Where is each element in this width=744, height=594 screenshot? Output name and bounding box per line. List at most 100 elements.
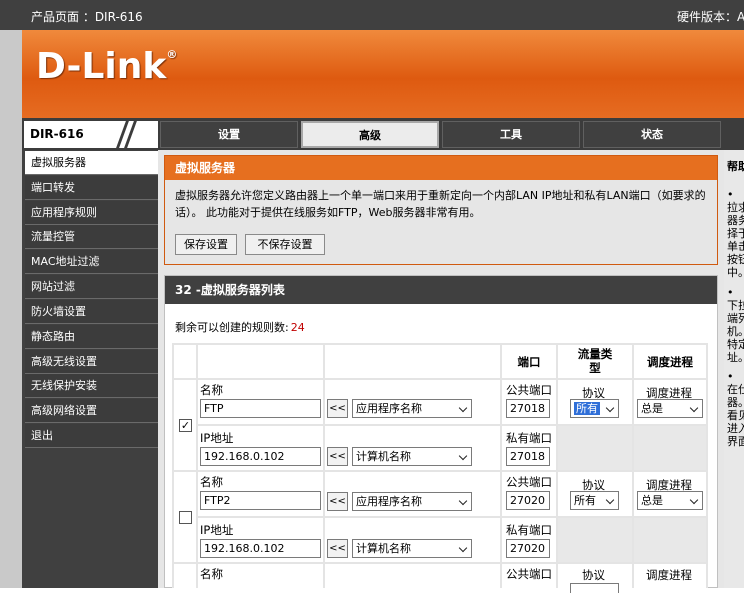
remaining-rules-label: 剩余可以创建的规则数: bbox=[175, 321, 289, 334]
sidebar-item-traffic-control[interactable]: 流量控管 bbox=[25, 225, 158, 249]
schedule-select-value: 总是 bbox=[641, 494, 663, 507]
header-traffic-type: 流量类型 bbox=[577, 347, 613, 375]
help-text: 机。 bbox=[727, 325, 744, 338]
help-text: 拉求 bbox=[727, 201, 744, 214]
name-input[interactable]: FTP2 bbox=[200, 491, 321, 510]
header-schedule: 调度进程 bbox=[647, 355, 693, 369]
product-page-label: 产品页面 ：DIR-616 bbox=[31, 10, 143, 24]
public-port-cell: 公共端口 27020 bbox=[502, 472, 556, 516]
computer-name-select[interactable]: 计算机名称 bbox=[352, 539, 472, 558]
help-text: 器。 bbox=[727, 396, 744, 409]
chevron-down-icon bbox=[460, 453, 468, 461]
schedule-cell: 调度进程 总是 bbox=[634, 380, 706, 424]
sidebar-item-advanced-network[interactable]: 高级网络设置 bbox=[25, 399, 158, 423]
schedule-label: 调度进程 bbox=[646, 568, 692, 582]
ip-cell: IP地址 192.168.0.102 bbox=[198, 518, 323, 562]
header-port: 端口 bbox=[517, 355, 541, 369]
name-label: 名称 bbox=[200, 475, 223, 489]
empty-cell bbox=[634, 518, 706, 562]
protocol-cell: 协议 bbox=[558, 564, 632, 594]
tab-advanced[interactable]: 高级 bbox=[301, 121, 439, 148]
schedule-select-value: 总是 bbox=[641, 402, 663, 415]
help-text: 中。 bbox=[727, 266, 744, 279]
sidebar-item-website-filter[interactable]: 网站过滤 bbox=[25, 275, 158, 299]
help-text: 按钮 bbox=[727, 253, 744, 266]
tab-status[interactable]: 状态 bbox=[583, 121, 721, 148]
section-description: 虚拟服务器允许您定义路由器上一个单一端口来用于重新定向一个内部LAN IP地址和… bbox=[175, 189, 706, 219]
computer-name-select[interactable]: 计算机名称 bbox=[352, 447, 472, 466]
help-text: 单击 bbox=[727, 240, 744, 253]
tab-tools[interactable]: 工具 bbox=[442, 121, 580, 148]
application-name-select-value: 应用程序名称 bbox=[356, 402, 422, 415]
add-computer-button[interactable]: << bbox=[327, 539, 348, 558]
sidebar-item-port-forwarding[interactable]: 端口转发 bbox=[25, 176, 158, 200]
help-text: 进入 bbox=[727, 422, 744, 435]
name-input[interactable]: FTP bbox=[200, 399, 321, 418]
dont-save-settings-button[interactable]: 不保存设置 bbox=[245, 234, 325, 255]
app-cell: << 应用程序名称 bbox=[325, 472, 500, 516]
ip-label: IP地址 bbox=[200, 523, 234, 537]
sidebar-item-application-rules[interactable]: 应用程序规则 bbox=[25, 201, 158, 225]
add-computer-button[interactable]: << bbox=[327, 447, 348, 466]
schedule-select[interactable]: 总是 bbox=[637, 399, 703, 418]
chevron-down-icon bbox=[607, 497, 615, 505]
save-settings-button[interactable]: 保存设置 bbox=[175, 234, 237, 255]
protocol-cell: 协议 所有 bbox=[558, 472, 632, 516]
header-cell: 端口 bbox=[502, 345, 556, 378]
sidebar-item-firewall[interactable]: 防火墙设置 bbox=[25, 300, 158, 324]
schedule-select[interactable]: 总是 bbox=[637, 491, 703, 510]
private-port-input[interactable]: 27020 bbox=[506, 539, 550, 558]
empty-cell bbox=[558, 518, 632, 562]
application-name-select[interactable]: 应用程序名称 bbox=[352, 492, 472, 511]
help-text: 器务 bbox=[727, 214, 744, 227]
protocol-select[interactable] bbox=[570, 583, 619, 593]
public-port-cell: 公共端口 27018 bbox=[502, 380, 556, 424]
protocol-label: 协议 bbox=[582, 568, 605, 582]
schedule-cell: 调度进程 总是 bbox=[634, 472, 706, 516]
private-port-label: 私有端口 bbox=[506, 431, 552, 445]
sidebar-item-mac-filter[interactable]: MAC地址过滤 bbox=[25, 250, 158, 274]
add-application-button[interactable]: << bbox=[327, 492, 348, 511]
rule-enable-checkbox[interactable] bbox=[179, 511, 192, 524]
protocol-cell: 协议 所有 bbox=[558, 380, 632, 424]
application-name-select-value: 应用程序名称 bbox=[356, 495, 422, 508]
header-cell bbox=[325, 345, 500, 378]
public-port-input[interactable]: 27020 bbox=[506, 491, 550, 510]
protocol-select[interactable]: 所有 bbox=[570, 491, 619, 510]
virtual-server-table: 端口 流量类型 调度进程 ✓ 名称 FTP << 应用程序名称 公共端口 270… bbox=[172, 343, 708, 594]
help-text: 端列 bbox=[727, 312, 744, 325]
computer-name-select-value: 计算机名称 bbox=[356, 450, 411, 463]
ip-label: IP地址 bbox=[200, 431, 234, 445]
private-port-input[interactable]: 27018 bbox=[506, 447, 550, 466]
rule-enable-checkbox[interactable]: ✓ bbox=[179, 419, 192, 432]
ip-address-input[interactable]: 192.168.0.102 bbox=[200, 539, 321, 558]
sidebar-item-advanced-wireless[interactable]: 高级无线设置 bbox=[25, 350, 158, 374]
protocol-select[interactable]: 所有 bbox=[570, 399, 619, 418]
table-row bbox=[174, 564, 196, 594]
computer-cell: << 计算机名称 bbox=[325, 426, 500, 470]
header-banner: D-Link® bbox=[22, 30, 744, 118]
sidebar-item-virtual-server[interactable]: 虚拟服务器 bbox=[25, 151, 158, 175]
sidebar-item-logout[interactable]: 退出 bbox=[25, 424, 158, 448]
help-panel: 帮助 • 拉求 器务 择于 单击 按钮 中。 • 下拉 端列 机。 特定 址。 … bbox=[724, 150, 744, 588]
computer-name-select-value: 计算机名称 bbox=[356, 542, 411, 555]
empty-cell bbox=[634, 426, 706, 470]
help-text: • bbox=[727, 188, 734, 201]
table-row bbox=[174, 472, 196, 562]
chevron-down-icon bbox=[691, 497, 699, 505]
help-text: 特定 bbox=[727, 338, 744, 351]
header-cell bbox=[174, 345, 196, 378]
tab-setup[interactable]: 设置 bbox=[160, 121, 298, 148]
name-label: 名称 bbox=[200, 567, 223, 581]
sidebar-item-static-routing[interactable]: 静态路由 bbox=[25, 325, 158, 349]
protocol-select-value: 所有 bbox=[574, 494, 596, 507]
public-port-input[interactable]: 27018 bbox=[506, 399, 550, 418]
application-name-select[interactable]: 应用程序名称 bbox=[352, 399, 472, 418]
private-port-cell: 私有端口 27020 bbox=[502, 518, 556, 562]
ip-address-input[interactable]: 192.168.0.102 bbox=[200, 447, 321, 466]
remaining-rules-count: 24 bbox=[290, 321, 305, 334]
add-application-button[interactable]: << bbox=[327, 399, 348, 418]
schedule-cell: 调度进程 bbox=[634, 564, 706, 594]
sidebar-item-wps[interactable]: 无线保护安装 bbox=[25, 374, 158, 398]
help-text: 择于 bbox=[727, 227, 744, 240]
